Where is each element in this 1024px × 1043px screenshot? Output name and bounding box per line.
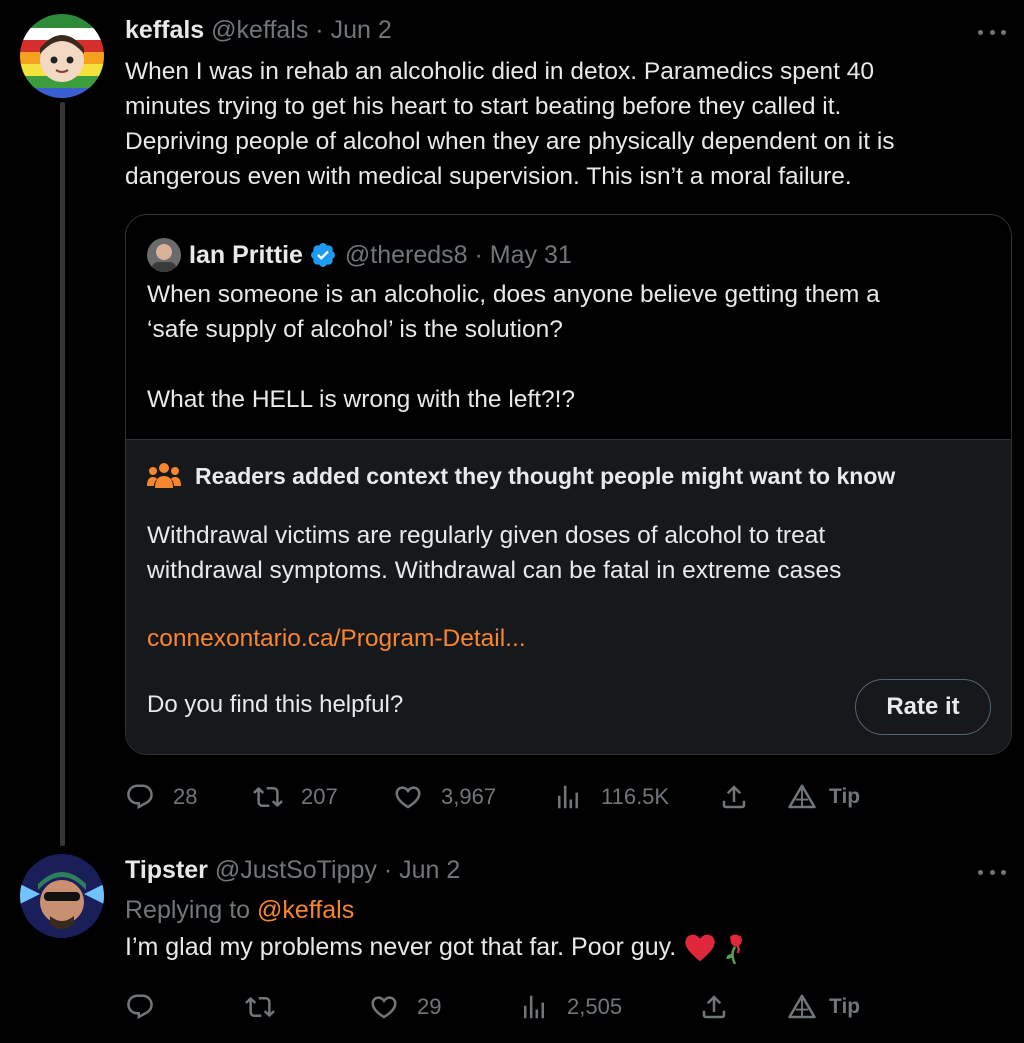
heart-icon: [395, 786, 421, 809]
replying-to-prefix: Replying to: [125, 896, 251, 924]
tip-triangle-icon: [788, 784, 816, 809]
thread-connector-line: [60, 102, 65, 846]
tip-triangle-icon: [788, 994, 816, 1019]
like-button[interactable]: 3,967: [393, 780, 496, 814]
views-button[interactable]: 116.5K: [553, 780, 669, 814]
quoted-display-name[interactable]: Ian Prittie: [189, 241, 303, 270]
quoted-text-line: [147, 347, 880, 382]
tweet-text-line: dangerous even with medical supervision.…: [125, 163, 852, 190]
quoted-text-line: When someone is an alcoholic, does anyon…: [147, 281, 880, 308]
tweet-text-line: minutes trying to get his heart to start…: [125, 93, 842, 120]
tweet-text-line: When I was in rehab an alcoholic died in…: [125, 58, 875, 85]
reply-tip-button[interactable]: Tip: [787, 990, 860, 1024]
tip-button[interactable]: Tip: [787, 780, 860, 814]
community-note-source-link[interactable]: connexontario.ca/Program-Detail...: [147, 625, 526, 652]
reply-handle-and-date[interactable]: @JustSoTippy · Jun 2: [215, 856, 460, 884]
replying-to: Replying to @keffals: [125, 896, 354, 925]
community-note-body: Withdrawal victims are regularly given d…: [147, 518, 841, 588]
quoted-tweet[interactable]: Ian Prittie @thereds8 · May 31 When some…: [125, 214, 1012, 755]
share-button[interactable]: [719, 780, 749, 814]
views-count: 116.5K: [601, 784, 670, 809]
note-text-line: withdrawal symptoms. Withdrawal can be f…: [147, 557, 842, 584]
avatar-tipster[interactable]: [20, 854, 104, 938]
replying-to-handle-link[interactable]: @keffals: [257, 896, 354, 924]
quoted-text-line: ‘safe supply of alcohol’ is the solution…: [147, 316, 563, 343]
reply-tweet-actions: 29 2,505 Tip: [125, 990, 1005, 1024]
quoted-tweet-text: When someone is an alcoholic, does anyon…: [147, 277, 880, 417]
reply-views-count: 2,505: [567, 994, 623, 1019]
reply-header: Tipster @JustSoTippy · Jun 2: [125, 856, 460, 885]
share-upload-icon: [702, 995, 726, 1019]
tweet-header: keffals @keffals · Jun 2: [125, 16, 392, 45]
verified-badge-icon: [310, 243, 335, 267]
reply-more-options-icon[interactable]: [978, 867, 1006, 877]
display-name[interactable]: keffals: [125, 16, 204, 44]
note-text-line: Withdrawal victims are regularly given d…: [147, 522, 826, 549]
like-count: 3,967: [441, 784, 497, 809]
quoted-text-line: What the HELL is wrong with the left?!?: [147, 386, 576, 413]
views-chart-icon: [558, 785, 578, 809]
reply-icon: [127, 784, 153, 810]
tweet-actions: 28 207 3,967 116.5K Tip: [125, 780, 1005, 814]
tip-label: Tip: [829, 995, 861, 1018]
reply-like-count: 29: [417, 994, 442, 1019]
repost-count: 207: [301, 784, 338, 809]
reply-like-button[interactable]: 29: [369, 990, 441, 1024]
handle-and-date[interactable]: @keffals · Jun 2: [211, 16, 392, 44]
community-note-title-text: Readers added context they thought peopl…: [195, 462, 896, 489]
quoted-handle-and-date[interactable]: @thereds8 · May 31: [345, 241, 572, 270]
avatar-ian-prittie[interactable]: [147, 238, 181, 272]
tip-label: Tip: [829, 785, 861, 808]
reply-repost-button[interactable]: [245, 990, 275, 1024]
share-upload-icon: [722, 785, 746, 809]
repost-button[interactable]: 207: [253, 780, 338, 814]
tweet-keffals[interactable]: keffals @keffals · Jun 2 When I was in r…: [0, 0, 1024, 846]
reply-text-content: I’m glad my problems never got that far.…: [125, 933, 677, 961]
more-options-icon[interactable]: [978, 27, 1006, 37]
community-note-title: Readers added context they thought peopl…: [147, 462, 895, 490]
reply-share-button[interactable]: [699, 990, 729, 1024]
reply-display-name[interactable]: Tipster: [125, 856, 208, 884]
community-note-link-wrap: connexontario.ca/Program-Detail...: [147, 625, 526, 653]
reply-reply-button[interactable]: [125, 990, 155, 1024]
reply-tweet-text: I’m glad my problems never got that far.…: [125, 930, 748, 965]
wilted-flower-icon: [726, 933, 743, 964]
repost-icon: [245, 996, 275, 1018]
reply-button[interactable]: 28: [125, 780, 197, 814]
tweet-text: When I was in rehab an alcoholic died in…: [125, 54, 995, 194]
repost-icon: [253, 786, 283, 808]
heart-icon: [371, 996, 397, 1019]
avatar-keffals[interactable]: [20, 14, 104, 98]
tweet-text-line: Depriving people of alcohol when they ar…: [125, 128, 895, 155]
reply-views-button[interactable]: 2,505: [519, 990, 622, 1024]
quoted-tweet-header: Ian Prittie @thereds8 · May 31: [147, 237, 572, 273]
quoted-tweet-body[interactable]: Ian Prittie @thereds8 · May 31 When some…: [126, 215, 1011, 439]
helpful-prompt: Do you find this helpful?: [147, 691, 404, 718]
red-heart-icon: [685, 934, 715, 961]
views-chart-icon: [524, 995, 544, 1019]
rate-it-button[interactable]: Rate it: [855, 679, 991, 735]
people-group-icon: [147, 463, 181, 488]
reply-count: 28: [173, 784, 198, 809]
reply-icon: [127, 994, 153, 1020]
